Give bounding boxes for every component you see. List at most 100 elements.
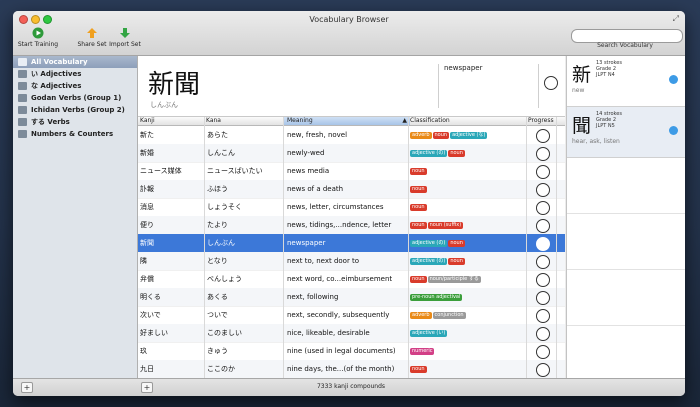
word-progress-indicator[interactable]	[544, 76, 558, 90]
column-header-meaning[interactable]: Meaning ▲	[284, 117, 410, 125]
word-detail-header: 新聞 しんぶん newspaper	[138, 56, 565, 117]
start-training-label: Start Training	[17, 41, 59, 48]
table-row[interactable]: 明くる あくる next, following pre-noun adjectival	[138, 288, 565, 307]
progress-indicator[interactable]	[536, 345, 550, 359]
table-row[interactable]: 便り たより news, tidings,...ndence, letter noun…	[138, 216, 565, 235]
table-row[interactable]: 好ましい このましい nice, likeable, desirable adject…	[138, 324, 565, 343]
classification-tag: numeric	[410, 347, 435, 355]
progress-indicator[interactable]	[536, 273, 550, 287]
sidebar: All Vocabulary い Adjectives な Adjectives…	[13, 56, 138, 378]
sidebar-item-godan-verbs[interactable]: Godan Verbs (Group 1)	[13, 92, 137, 104]
progress-indicator[interactable]	[536, 327, 550, 341]
table-row[interactable]: 消息 しょうそく news, letter, circumstances noun	[138, 198, 565, 217]
cell-kana: ふほう	[207, 185, 228, 193]
table-row[interactable]: 新婚 しんこん newly-wed adjective (の) noun	[138, 144, 565, 163]
import-icon	[120, 28, 130, 38]
progress-indicator[interactable]	[536, 219, 550, 233]
table-row[interactable]: 新聞 しんぶん newspaper adjective (の) noun	[138, 234, 565, 253]
vocabulary-table: Kanji Kana Meaning ▲ Classification Progr…	[138, 117, 565, 379]
cell-kanji: 便り	[140, 221, 154, 229]
cell-kana: しんぶん	[207, 239, 235, 247]
play-icon	[32, 27, 44, 39]
cell-kanji: ニュース媒体	[140, 167, 182, 175]
classification-tag: noun	[410, 203, 427, 211]
progress-indicator[interactable]	[536, 183, 550, 197]
start-training-button[interactable]: Start Training	[17, 27, 59, 48]
classification-tag: adverb	[410, 131, 432, 139]
cell-kana: あらた	[207, 131, 228, 139]
progress-indicator[interactable]	[536, 165, 550, 179]
share-set-button[interactable]: Share Set	[77, 27, 107, 48]
set-icon	[18, 118, 27, 126]
column-header-classification[interactable]: Classification	[410, 117, 450, 125]
set-icon	[18, 82, 27, 90]
sidebar-item-na-adjectives[interactable]: な Adjectives	[13, 80, 137, 92]
progress-indicator[interactable]	[536, 363, 550, 377]
table-row[interactable]: 弁償 べんしょう next word, co...eimbursement noun n…	[138, 270, 565, 289]
table-row[interactable]: 玖 きゅう nine (used in legal documents) numeri…	[138, 342, 565, 361]
classification-tag: noun	[448, 149, 465, 157]
sidebar-item-all-vocabulary[interactable]: All Vocabulary	[13, 56, 137, 68]
table-row[interactable]: 次いで ついで next, secondly, subsequently adverb…	[138, 306, 565, 325]
cell-meaning: newly-wed	[287, 149, 325, 157]
column-header-kana[interactable]: Kana	[206, 117, 221, 125]
cell-meaning: news media	[287, 167, 330, 175]
progress-indicator[interactable]	[536, 147, 550, 161]
progress-indicator[interactable]	[536, 255, 550, 269]
progress-indicator[interactable]	[536, 309, 550, 323]
fullscreen-icon[interactable]: ⤢	[673, 14, 679, 24]
sidebar-item-suru-verbs[interactable]: する Verbs	[13, 116, 137, 128]
column-header-progress[interactable]: Progress	[528, 117, 554, 125]
table-header: Kanji Kana Meaning ▲ Classification Progr…	[138, 117, 565, 126]
cell-meaning: news of a death	[287, 185, 344, 193]
cell-kana: このましい	[207, 329, 242, 337]
cell-classification: numeric	[410, 342, 525, 360]
column-header-kanji[interactable]: Kanji	[140, 117, 155, 125]
cell-classification: noun noun (suffix)	[410, 216, 525, 234]
classification-tag: noun	[448, 239, 465, 247]
compound-count: 7333 kanji compounds	[316, 383, 386, 390]
divider	[438, 64, 439, 108]
search-input[interactable]	[571, 29, 683, 43]
kanji-card[interactable]: 新 13 strokes Grade 2 JLPT N4 new	[567, 56, 685, 107]
sidebar-item-i-adjectives[interactable]: い Adjectives	[13, 68, 137, 80]
sidebar-item-ichidan-verbs[interactable]: Ichidan Verbs (Group 2)	[13, 104, 137, 116]
cell-meaning: news, letter, circumstances	[287, 203, 384, 211]
kanji-card-meta: 14 strokes Grade 2 JLPT N5	[596, 111, 622, 129]
progress-indicator[interactable]	[536, 201, 550, 215]
sort-arrow-icon: ▲	[402, 117, 407, 124]
app-window: Vocabulary Browser ⤢ Start Training Shar…	[13, 11, 685, 396]
progress-indicator[interactable]	[536, 237, 550, 251]
cell-kanji: 新婚	[140, 149, 154, 157]
kanji-detail-arrow-icon[interactable]	[669, 75, 678, 84]
divider	[538, 64, 539, 108]
title-bar: Vocabulary Browser ⤢ Start Training Shar…	[13, 11, 685, 56]
cell-classification: adjective (い)	[410, 324, 525, 342]
add-set-button[interactable]: +	[21, 382, 33, 393]
progress-indicator[interactable]	[536, 129, 550, 143]
kanji-jlpt: JLPT N5	[596, 123, 615, 129]
kanji-card-meta: 13 strokes Grade 2 JLPT N4	[596, 60, 622, 78]
kanji-panel: 新 13 strokes Grade 2 JLPT N4 new 聞 14 stro…	[566, 56, 685, 378]
kanji-card-character: 聞	[572, 115, 592, 137]
cell-classification: adverb conjunction	[410, 306, 525, 324]
table-row[interactable]: 訃報 ふほう news of a death noun	[138, 180, 565, 199]
cell-kana: しょうそく	[207, 203, 242, 211]
cell-classification: noun noun/participle する	[410, 270, 525, 288]
sidebar-item-numbers-counters[interactable]: Numbers & Counters	[13, 128, 137, 140]
table-row[interactable]: 新た あらた new, fresh, novel adverb noun adjectiv…	[138, 126, 565, 145]
kanji-card[interactable]: 聞 14 strokes Grade 2 JLPT N5 hear, ask, li…	[567, 107, 685, 158]
classification-tag: noun	[410, 365, 427, 373]
cell-meaning: next word, co...eimbursement	[287, 275, 393, 283]
table-row[interactable]: ニュース媒体 ニュースばいたい news media noun	[138, 162, 565, 181]
sidebar-item-label: Numbers & Counters	[31, 130, 114, 138]
kanji-detail-arrow-icon[interactable]	[669, 126, 678, 135]
table-row[interactable]: 九日 ここのか nine days, the...(of the month) nou…	[138, 360, 565, 379]
set-icon	[18, 106, 27, 114]
classification-tag: noun	[448, 257, 465, 265]
import-set-button[interactable]: Import Set	[109, 27, 141, 48]
cell-meaning: new, fresh, novel	[287, 131, 348, 139]
table-row[interactable]: 隣 となり next to, next door to adjective (の) no…	[138, 252, 565, 271]
classification-tag: adjective (の)	[410, 149, 448, 157]
progress-indicator[interactable]	[536, 291, 550, 305]
